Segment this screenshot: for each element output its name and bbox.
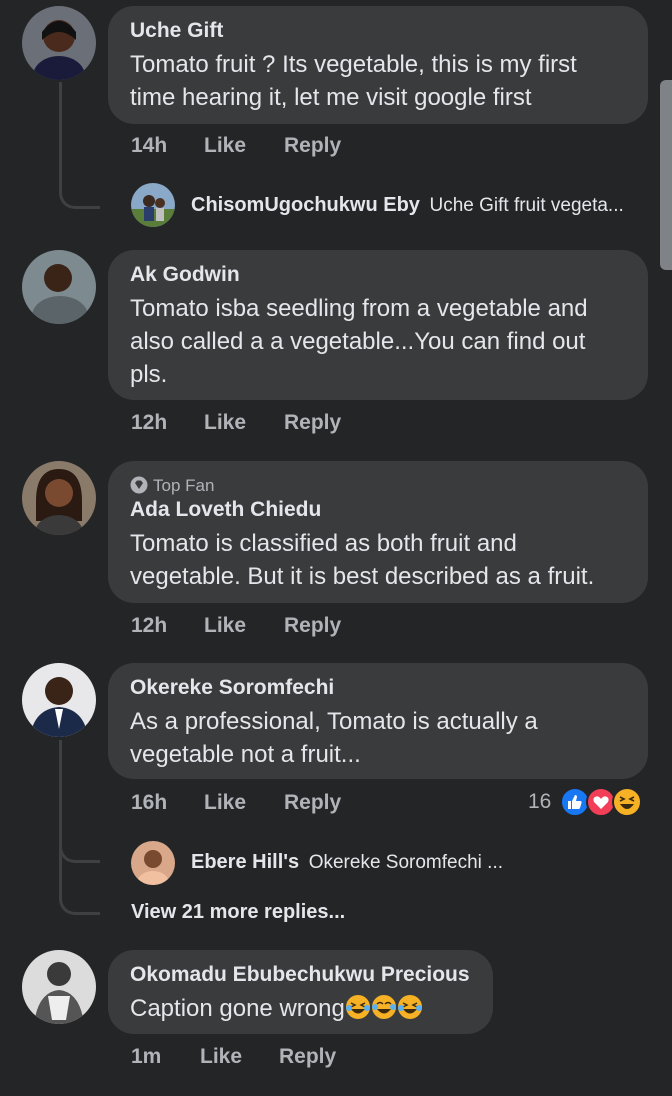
view-more-replies[interactable]: View 21 more replies...: [131, 901, 345, 924]
like-button[interactable]: Like: [204, 411, 246, 435]
laughing-tears-emoji: [397, 994, 423, 1020]
comment-time[interactable]: 1m: [131, 1045, 161, 1069]
reply-button[interactable]: Reply: [284, 614, 341, 638]
comment-author[interactable]: Ada Loveth Chiedu: [130, 497, 626, 523]
comment-author[interactable]: Ak Godwin: [130, 262, 626, 288]
comment-time[interactable]: 12h: [131, 411, 167, 435]
reply-preview[interactable]: Ebere Hill's Okereke Soromfechi ...: [191, 851, 503, 874]
reaction-count: 16: [528, 790, 552, 813]
comment-bubble[interactable]: Uche Gift Tomato fruit ? Its vegetable, …: [108, 6, 648, 124]
reaction-summary[interactable]: 16: [528, 787, 642, 819]
avatar[interactable]: [22, 461, 96, 535]
like-button[interactable]: Like: [200, 1045, 242, 1069]
comment-text: Tomato is classified as both fruit and v…: [130, 530, 595, 590]
comment-time[interactable]: 12h: [131, 614, 167, 638]
thread-connector: [59, 860, 100, 915]
like-button[interactable]: Like: [204, 134, 246, 158]
reply-button[interactable]: Reply: [284, 791, 341, 815]
reply-text: Uche Gift fruit vegeta...: [429, 195, 624, 216]
reply-button[interactable]: Reply: [284, 411, 341, 435]
comment-time[interactable]: 14h: [131, 134, 167, 158]
reply-preview[interactable]: ChisomUgochukwu Eby Uche Gift fruit vege…: [191, 194, 624, 217]
comment-text: Caption gone wrong: [130, 992, 471, 1025]
comment-bubble[interactable]: Top Fan Ada Loveth Chiedu Tomato is clas…: [108, 461, 648, 603]
avatar[interactable]: [131, 841, 175, 885]
comment-bubble[interactable]: Okereke Soromfechi As a professional, To…: [108, 663, 648, 779]
avatar[interactable]: [22, 6, 96, 80]
comment-author[interactable]: Okereke Soromfechi: [130, 675, 626, 701]
comment-author[interactable]: Uche Gift: [130, 18, 626, 44]
avatar[interactable]: [131, 183, 175, 227]
avatar[interactable]: [22, 663, 96, 737]
top-fan-diamond-icon: [130, 476, 148, 494]
reply-button[interactable]: Reply: [284, 134, 341, 158]
laughing-tears-emoji: [345, 994, 371, 1020]
like-button[interactable]: Like: [204, 614, 246, 638]
comment-text: As a professional, Tomato is actually a …: [130, 708, 538, 768]
avatar[interactable]: [22, 250, 96, 324]
comment-time[interactable]: 16h: [131, 791, 167, 815]
reply-text: Okereke Soromfechi ...: [308, 852, 503, 873]
reply-author[interactable]: ChisomUgochukwu Eby: [191, 194, 420, 216]
scrollbar[interactable]: [660, 80, 672, 270]
comment-text: Tomato fruit ? Its vegetable, this is my…: [130, 51, 577, 111]
thread-connector: [59, 820, 100, 863]
reply-button[interactable]: Reply: [279, 1045, 336, 1069]
comment-bubble[interactable]: Ak Godwin Tomato isba seedling from a ve…: [108, 250, 648, 400]
top-fan-badge: Top Fan: [130, 475, 626, 497]
comment-text: Tomato isba seedling from a vegetable an…: [130, 295, 588, 388]
avatar[interactable]: [22, 950, 96, 1024]
like-button[interactable]: Like: [204, 791, 246, 815]
comment-bubble[interactable]: Okomadu Ebubechukwu Precious Caption gon…: [108, 950, 493, 1034]
comment-author[interactable]: Okomadu Ebubechukwu Precious: [130, 962, 471, 988]
laughing-tears-emoji: [371, 994, 397, 1020]
reply-author[interactable]: Ebere Hill's: [191, 851, 299, 873]
thread-connector: [59, 150, 100, 209]
haha-reaction-icon: [611, 787, 642, 817]
